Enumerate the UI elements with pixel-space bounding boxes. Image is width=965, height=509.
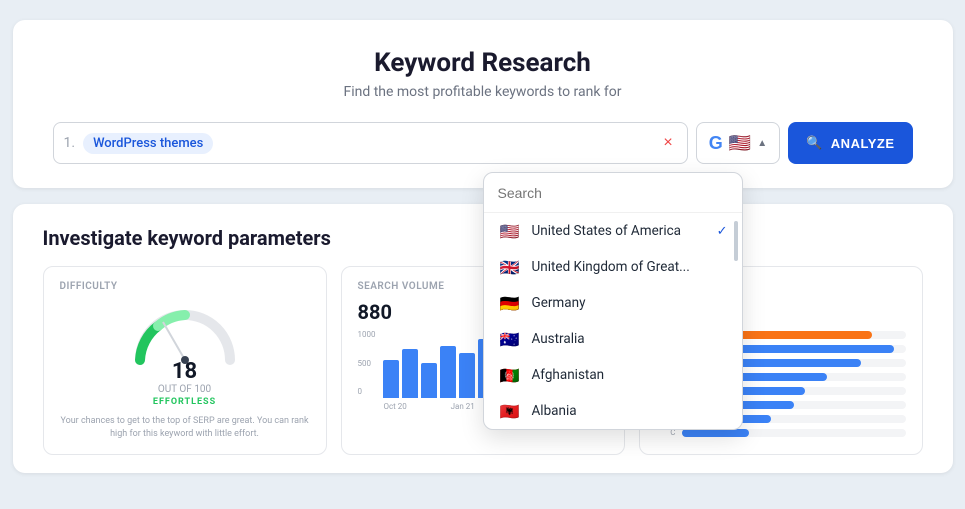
country-item-uk[interactable]: 🇬🇧 United Kingdom of Great... bbox=[484, 249, 742, 285]
scrollbar[interactable] bbox=[734, 221, 738, 261]
flag-uk: 🇬🇧 bbox=[498, 259, 522, 275]
country-name-de: Germany bbox=[532, 295, 586, 311]
bar-4 bbox=[440, 346, 456, 399]
difficulty-description: Your chances to get to the top of SERP a… bbox=[60, 415, 310, 440]
page-title: Keyword Research bbox=[53, 48, 913, 78]
y-axis-mid: 500 bbox=[358, 359, 376, 368]
analyze-button[interactable]: 🔍 ANALYZE bbox=[788, 122, 912, 164]
analyze-label: ANALYZE bbox=[831, 136, 895, 151]
clear-button[interactable]: × bbox=[659, 134, 676, 152]
dropdown-search-wrapper[interactable] bbox=[484, 173, 742, 213]
country-item-de[interactable]: 🇩🇪 Germany bbox=[484, 285, 742, 321]
keyword-tag[interactable]: WordPress themes bbox=[83, 133, 213, 154]
y-axis-top: 1000 bbox=[358, 330, 376, 339]
country-name-uk: United Kingdom of Great... bbox=[532, 259, 690, 275]
y-axis-zero: 0 bbox=[358, 387, 376, 396]
country-dropdown: 🇺🇸 United States of America ✓ 🇬🇧 United … bbox=[483, 172, 743, 430]
country-list: 🇺🇸 United States of America ✓ 🇬🇧 United … bbox=[484, 213, 742, 429]
check-icon: ✓ bbox=[717, 224, 728, 239]
gauge-svg bbox=[130, 300, 240, 365]
country-name-af: Afghanistan bbox=[532, 367, 605, 383]
bar-3 bbox=[421, 363, 437, 398]
difficulty-out-of: OUT OF 100 bbox=[158, 384, 211, 395]
country-item-au[interactable]: 🇦🇺 Australia bbox=[484, 321, 742, 357]
page-subtitle: Find the most profitable keywords to ran… bbox=[53, 84, 913, 100]
difficulty-card: DIFFICULTY 18 OUT OF 100 EFFORTLESS You bbox=[43, 266, 327, 455]
country-selector-button[interactable]: G 🇺🇸 ▲ bbox=[696, 122, 780, 164]
search-number: 1. bbox=[64, 135, 76, 151]
chevron-up-icon: ▲ bbox=[757, 138, 767, 149]
google-icon: G bbox=[709, 133, 723, 154]
bar-1 bbox=[383, 360, 399, 399]
y-axis: 1000 500 0 bbox=[358, 328, 376, 398]
search-icon: 🔍 bbox=[806, 135, 823, 151]
flag-au: 🇦🇺 bbox=[498, 331, 522, 347]
country-item-usa[interactable]: 🇺🇸 United States of America ✓ bbox=[484, 213, 742, 249]
flag-de: 🇩🇪 bbox=[498, 295, 522, 311]
difficulty-label: DIFFICULTY bbox=[60, 281, 310, 292]
date-2: Jan 21 bbox=[451, 402, 475, 411]
difficulty-rating: EFFORTLESS bbox=[153, 397, 216, 407]
country-search-input[interactable] bbox=[498, 185, 728, 201]
us-flag: 🇺🇸 bbox=[729, 133, 751, 154]
flag-al: 🇦🇱 bbox=[498, 403, 522, 419]
country-item-af[interactable]: 🇦🇫 Afghanistan bbox=[484, 357, 742, 393]
country-name-au: Australia bbox=[532, 331, 585, 347]
flag-us: 🇺🇸 bbox=[498, 223, 522, 239]
search-input-wrapper[interactable]: 1. WordPress themes × bbox=[53, 122, 688, 164]
bar-5 bbox=[459, 353, 475, 399]
main-card: Keyword Research Find the most profitabl… bbox=[13, 20, 953, 188]
country-item-al[interactable]: 🇦🇱 Albania bbox=[484, 393, 742, 429]
search-row: 1. WordPress themes × G 🇺🇸 ▲ 🔍 ANALYZE 🇺 bbox=[53, 122, 913, 164]
search-input[interactable] bbox=[213, 135, 659, 151]
country-name-al: Albania bbox=[532, 403, 577, 419]
difficulty-value: 18 bbox=[172, 359, 197, 384]
gauge-container: 18 OUT OF 100 EFFORTLESS bbox=[60, 300, 310, 407]
date-1: Oct 20 bbox=[383, 402, 406, 411]
flag-af: 🇦🇫 bbox=[498, 367, 522, 383]
bar-2 bbox=[402, 349, 418, 398]
country-name-usa: United States of America bbox=[532, 223, 682, 239]
